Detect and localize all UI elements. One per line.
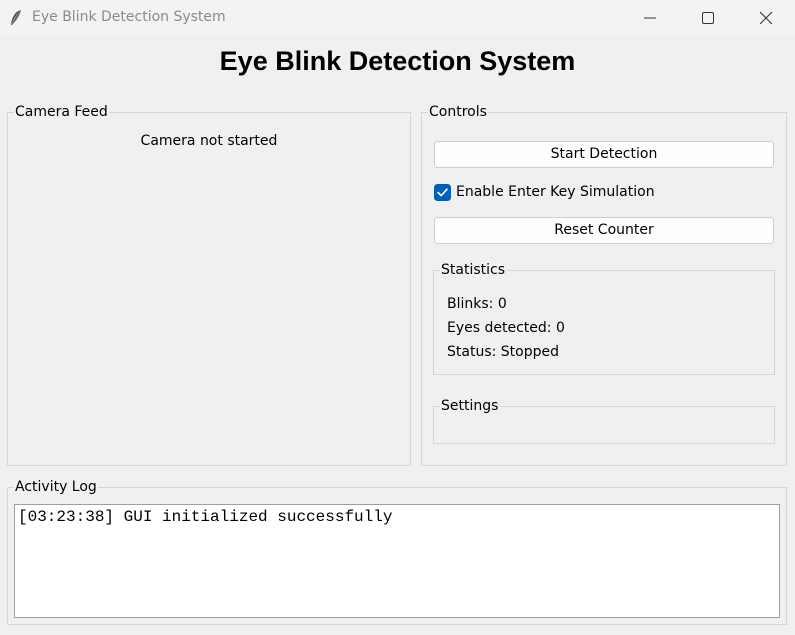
minimize-icon bbox=[644, 17, 656, 19]
camera-status-text: Camera not started bbox=[140, 133, 278, 149]
maximize-button[interactable] bbox=[685, 0, 731, 36]
feather-icon bbox=[9, 9, 23, 27]
maximize-icon bbox=[702, 12, 714, 24]
eyes-detected-count: Eyes detected: 0 bbox=[447, 320, 565, 336]
blinks-count: Blinks: 0 bbox=[447, 296, 507, 312]
detection-status: Status: Stopped bbox=[447, 344, 559, 360]
activity-log-textarea[interactable]: [03:23:38] GUI initialized successfully bbox=[14, 504, 780, 618]
close-icon bbox=[759, 11, 773, 25]
reset-counter-button[interactable]: Reset Counter bbox=[434, 217, 774, 244]
activity-log-label: Activity Log bbox=[14, 479, 98, 495]
camera-feed-label: Camera Feed bbox=[14, 104, 109, 120]
enter-key-checkbox-label[interactable]: Enable Enter Key Simulation bbox=[456, 184, 655, 200]
title-bar[interactable]: Eye Blink Detection System bbox=[0, 0, 795, 36]
page-title: Eye Blink Detection System bbox=[219, 46, 576, 76]
checkmark-icon bbox=[434, 184, 451, 201]
camera-feed-panel bbox=[7, 112, 411, 466]
close-button[interactable] bbox=[743, 0, 789, 36]
start-detection-button[interactable]: Start Detection bbox=[434, 141, 774, 168]
minimize-button[interactable] bbox=[627, 0, 673, 36]
settings-label: Settings bbox=[440, 398, 500, 414]
enter-key-checkbox[interactable] bbox=[434, 184, 451, 201]
statistics-label: Statistics bbox=[440, 262, 506, 278]
window-title: Eye Blink Detection System bbox=[32, 9, 226, 25]
controls-label: Controls bbox=[428, 104, 488, 120]
